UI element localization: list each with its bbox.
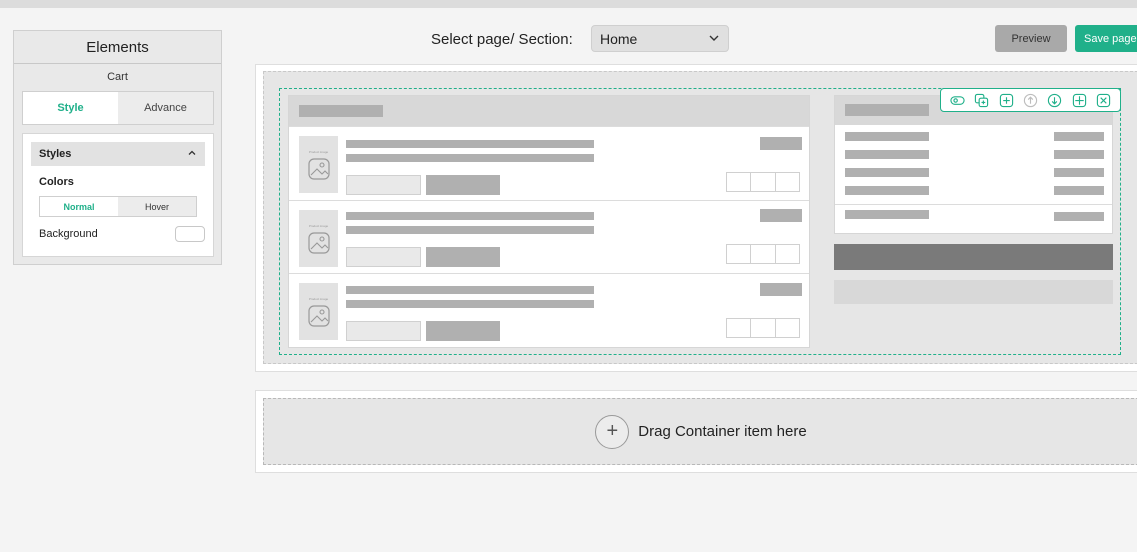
plus-icon[interactable]: + xyxy=(595,414,630,449)
summary-title-placeholder xyxy=(845,104,929,116)
summary-label xyxy=(845,168,929,177)
panel-title: Elements xyxy=(14,31,221,64)
chevron-up-icon xyxy=(187,148,197,161)
quantity-stepper[interactable] xyxy=(726,172,800,192)
cart-items-list: Product image Product image Product imag… xyxy=(288,95,810,348)
summary-value xyxy=(1054,186,1104,195)
duplicate-icon[interactable] xyxy=(974,92,990,108)
summary-value xyxy=(1054,132,1104,141)
desc-placeholder xyxy=(346,154,594,162)
element-toolbar xyxy=(940,88,1121,112)
state-normal[interactable]: Normal xyxy=(40,197,118,216)
header-placeholder xyxy=(299,105,383,117)
option-placeholder xyxy=(346,247,421,267)
cart-row: Product image xyxy=(289,200,809,273)
summary-label xyxy=(845,186,929,195)
price-placeholder xyxy=(426,175,500,195)
price-placeholder xyxy=(426,247,500,267)
colors-label: Colors xyxy=(39,176,74,188)
background-label: Background xyxy=(39,228,98,240)
eye-icon[interactable] xyxy=(949,92,965,108)
chevron-down-icon xyxy=(708,31,720,47)
move-down-icon[interactable] xyxy=(1047,92,1063,108)
move-icon[interactable] xyxy=(1071,92,1087,108)
product-image-label: Product image xyxy=(308,149,329,154)
cart-list-header xyxy=(289,96,809,126)
product-image-label: Product image xyxy=(308,296,329,301)
product-image: Product image xyxy=(299,283,338,340)
checkout-button-placeholder[interactable] xyxy=(834,244,1113,270)
product-image-label: Product image xyxy=(308,223,329,228)
background-color-swatch[interactable] xyxy=(175,226,205,242)
state-hover[interactable]: Hover xyxy=(118,197,196,216)
image-icon xyxy=(307,157,330,180)
styles-accordion-header[interactable]: Styles xyxy=(31,142,205,166)
total-placeholder xyxy=(760,137,802,150)
styles-section: Styles Colors Normal Hover Background xyxy=(22,133,214,257)
select-page-label: Select page/ Section: xyxy=(431,31,573,48)
page-select[interactable]: Home xyxy=(591,25,729,52)
summary-label xyxy=(845,150,929,159)
title-placeholder xyxy=(346,286,594,294)
add-icon[interactable] xyxy=(998,92,1014,108)
quantity-stepper[interactable] xyxy=(726,244,800,264)
page-select-value: Home xyxy=(600,30,638,47)
product-image: Product image xyxy=(299,136,338,193)
summary-total-label xyxy=(845,210,929,219)
drop-zone-label: Drag Container item here xyxy=(638,423,807,440)
title-placeholder xyxy=(346,140,594,148)
top-bar xyxy=(0,0,1137,8)
tab-advance[interactable]: Advance xyxy=(118,92,213,124)
save-page-button[interactable]: Save page xyxy=(1075,25,1137,52)
desc-placeholder xyxy=(346,226,594,234)
empty-section: + Drag Container item here xyxy=(255,390,1137,473)
summary-value xyxy=(1054,168,1104,177)
styles-header-label: Styles xyxy=(39,148,72,160)
preview-button[interactable]: Preview xyxy=(995,25,1067,52)
cart-row: Product image xyxy=(289,126,809,199)
total-placeholder xyxy=(760,209,802,222)
total-placeholder xyxy=(760,283,802,296)
image-icon xyxy=(307,231,330,254)
state-toggle: Normal Hover xyxy=(39,196,197,217)
tab-style[interactable]: Style xyxy=(23,92,118,124)
continue-shopping-placeholder[interactable] xyxy=(834,280,1113,304)
panel-subtitle: Cart xyxy=(107,71,128,83)
cart-summary xyxy=(834,95,1113,234)
option-placeholder xyxy=(346,321,421,341)
panel-tabs: Style Advance xyxy=(22,91,214,125)
summary-value xyxy=(1054,150,1104,159)
price-placeholder xyxy=(426,321,500,341)
cart-row: Product image xyxy=(289,273,809,348)
title-placeholder xyxy=(346,212,594,220)
drop-zone[interactable]: + Drag Container item here xyxy=(263,398,1137,465)
desc-placeholder xyxy=(346,300,594,308)
product-image: Product image xyxy=(299,210,338,267)
summary-divider xyxy=(835,204,1112,205)
summary-total-value xyxy=(1054,212,1104,221)
quantity-stepper[interactable] xyxy=(726,318,800,338)
option-placeholder xyxy=(346,175,421,195)
elements-panel: Elements Cart Style Advance Styles Color… xyxy=(13,30,222,265)
summary-label xyxy=(845,132,929,141)
background-row: Background xyxy=(39,226,205,242)
image-icon xyxy=(307,304,330,327)
move-up-icon[interactable] xyxy=(1022,92,1038,108)
close-icon[interactable] xyxy=(1096,92,1112,108)
